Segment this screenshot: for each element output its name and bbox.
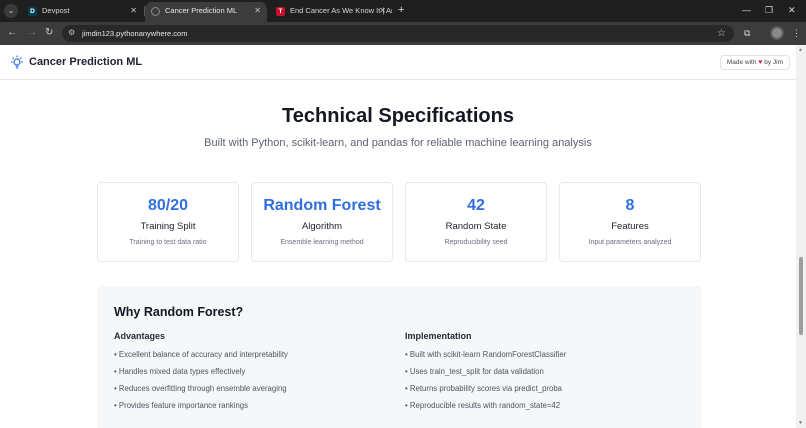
list-item: • Reproducible results with random_state… xyxy=(405,401,561,410)
end-cancer-favicon-icon: T xyxy=(276,6,285,16)
tab-cancer-prediction[interactable]: Cancer Prediction ML ✕ xyxy=(145,2,267,22)
stat-description: Reproducibility seed xyxy=(444,239,508,246)
devpost-favicon-icon: D xyxy=(28,6,37,16)
stat-label: Algorithm xyxy=(301,221,343,232)
list-item: • Handles mixed data types effectively xyxy=(114,367,246,376)
tab-search-icon[interactable]: ⌄ xyxy=(4,4,18,18)
stat-value: Random Forest xyxy=(263,197,381,214)
restore-icon[interactable]: ❐ xyxy=(765,4,773,16)
window-close-icon[interactable]: ✕ xyxy=(788,4,796,16)
stat-value: 42 xyxy=(467,197,485,214)
close-icon[interactable]: ✕ xyxy=(379,2,386,20)
badge-suffix: by Jim xyxy=(764,59,783,66)
close-icon[interactable]: ✕ xyxy=(130,2,137,20)
implementation-heading: Implementation xyxy=(405,331,472,341)
section-subtitle: Built with Python, scikit-learn, and pan… xyxy=(204,137,592,149)
stat-label: Features xyxy=(611,221,649,232)
badge-prefix: Made with xyxy=(726,59,757,66)
minimize-icon[interactable]: — xyxy=(742,4,751,16)
page-scrollbar[interactable]: ▲ ▼ xyxy=(796,45,806,428)
stat-card-algorithm: Random Forest Algorithm Ensemble learnin… xyxy=(251,182,393,262)
close-icon[interactable]: ✕ xyxy=(254,2,261,20)
stat-card-random-state: 42 Random State Reproducibility seed xyxy=(405,182,547,262)
section-title: Technical Specifications xyxy=(282,105,514,127)
tab-title: End Cancer As We Know It | Am xyxy=(290,6,392,15)
scrollbar-thumb[interactable] xyxy=(799,257,803,335)
advantages-heading: Advantages xyxy=(114,331,166,341)
menu-kebab-icon[interactable]: ⋮ xyxy=(792,27,801,39)
list-item: • Provides feature importance rankings xyxy=(114,401,249,410)
list-item: • Built with scikit-learn RandomForestCl… xyxy=(405,350,567,359)
scroll-up-icon[interactable]: ▲ xyxy=(798,47,803,53)
made-with-badge: Made with ♥ by Jim xyxy=(719,55,790,70)
site-header: Cancer Prediction ML Made with ♥ by Jim xyxy=(0,45,796,80)
tab-devpost[interactable]: D Devpost ✕ xyxy=(22,2,143,22)
heart-icon: ♥ xyxy=(758,59,763,66)
tab-title: Devpost xyxy=(42,6,70,15)
address-bar[interactable]: ⚙ jimdin123.pythonanywhere.com ☆ xyxy=(62,25,734,42)
browser-toolbar: ← → ↻ ⚙ jimdin123.pythonanywhere.com ☆ ⧉… xyxy=(0,22,806,45)
brand-title[interactable]: Cancer Prediction ML xyxy=(29,45,142,80)
new-tab-button[interactable]: + xyxy=(398,4,404,16)
stat-description: Input parameters analyzed xyxy=(588,239,672,246)
tab-end-cancer[interactable]: T End Cancer As We Know It | Am ✕ xyxy=(270,2,392,22)
lightbulb-icon xyxy=(11,55,23,69)
loading-favicon-icon xyxy=(151,6,160,16)
stat-description: Ensemble learning method xyxy=(280,239,364,246)
stat-label: Random State xyxy=(445,221,507,232)
browser-tab-bar: ⌄ D Devpost ✕ Cancer Prediction ML ✕ T End… xyxy=(0,0,806,22)
list-item: • Excellent balance of accuracy and inte… xyxy=(114,350,288,359)
reload-icon[interactable]: ↻ xyxy=(45,27,53,39)
page-viewport: Cancer Prediction ML Made with ♥ by Jim … xyxy=(0,45,796,428)
list-item: • Uses train_test_split for data validat… xyxy=(405,367,544,376)
stat-card-training-split: 80/20 Training Split Training to test da… xyxy=(97,182,239,262)
bookmark-star-icon[interactable]: ☆ xyxy=(717,25,726,42)
stat-description: Training to test data ratio xyxy=(129,239,207,246)
scroll-down-icon[interactable]: ▼ xyxy=(798,420,803,426)
url-text[interactable]: jimdin123.pythonanywhere.com xyxy=(82,25,187,42)
stat-card-features: 8 Features Input parameters analyzed xyxy=(559,182,701,262)
profile-avatar[interactable] xyxy=(770,26,784,40)
stat-value: 80/20 xyxy=(147,197,189,214)
why-random-forest-panel: Why Random Forest? Advantages • Excellen… xyxy=(97,286,702,428)
site-info-icon[interactable]: ⚙ xyxy=(68,28,75,37)
extensions-icon[interactable]: ⧉ xyxy=(744,27,750,39)
stat-label: Training Split xyxy=(140,221,196,232)
back-icon[interactable]: ← xyxy=(7,27,17,39)
tab-title: Cancer Prediction ML xyxy=(165,6,238,15)
forward-icon[interactable]: → xyxy=(27,27,37,39)
list-item: • Reduces overfitting through ensemble a… xyxy=(114,384,287,393)
stat-value: 8 xyxy=(625,197,635,214)
list-item: • Returns probability scores via predict… xyxy=(405,384,563,393)
why-title: Why Random Forest? xyxy=(114,305,244,319)
